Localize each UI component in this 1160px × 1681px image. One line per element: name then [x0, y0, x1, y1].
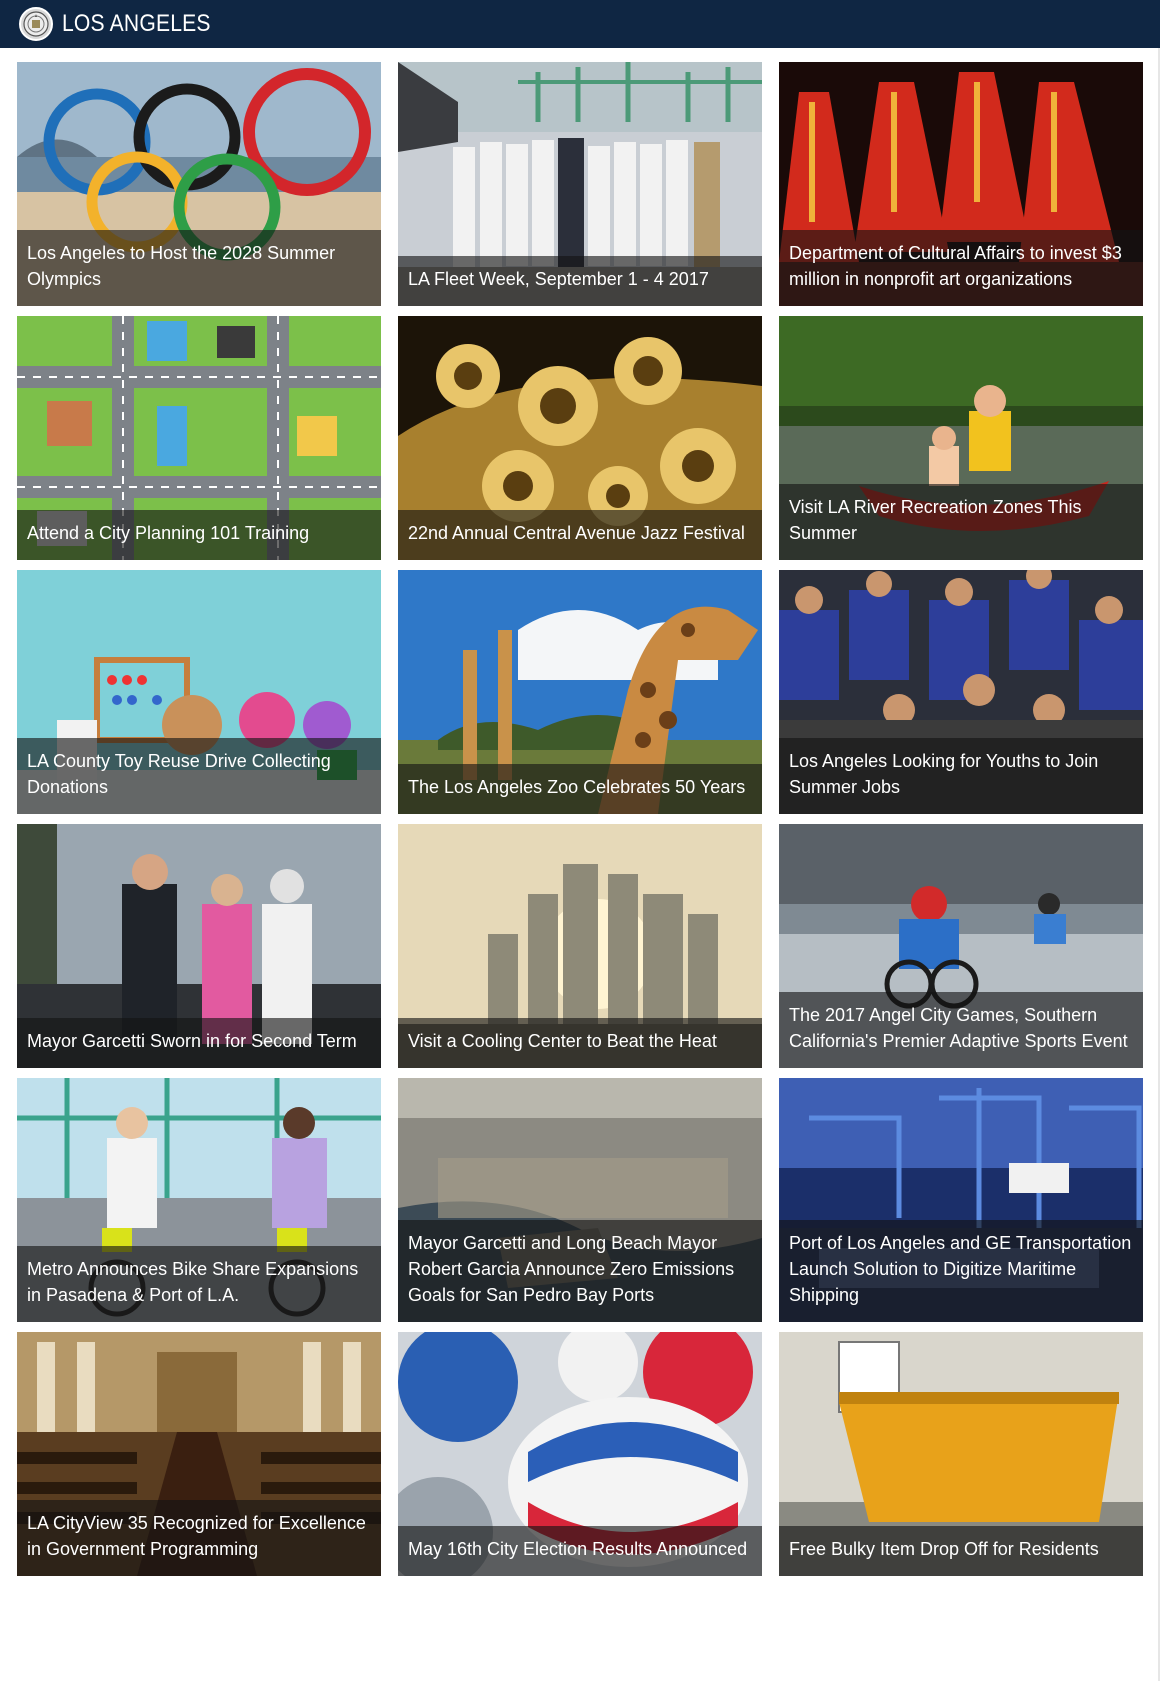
tile-caption: Department of Cultural Affairs to invest…	[779, 230, 1143, 306]
tile-caption: Metro Announces Bike Share Expansions in…	[17, 1246, 381, 1322]
site-title[interactable]: LOS ANGELES	[62, 10, 211, 38]
tile-caption: The 2017 Angel City Games, Southern Cali…	[779, 992, 1143, 1068]
news-tile-toy-reuse[interactable]: LA County Toy Reuse Drive Collecting Don…	[17, 570, 381, 814]
news-tile-ge-shipping[interactable]: Port of Los Angeles and GE Transportatio…	[779, 1078, 1143, 1322]
tile-caption: Visit a Cooling Center to Beat the Heat	[398, 1018, 762, 1068]
tile-caption: Los Angeles to Host the 2028 Summer Olym…	[17, 230, 381, 306]
top-navbar: LOS ANGELES	[0, 0, 1160, 48]
news-tile-ports-emissions[interactable]: Mayor Garcetti and Long Beach Mayor Robe…	[398, 1078, 762, 1322]
news-grid: Los Angeles to Host the 2028 Summer Olym…	[17, 62, 1143, 1576]
news-tile-olympics[interactable]: Los Angeles to Host the 2028 Summer Olym…	[17, 62, 381, 306]
tile-caption: LA County Toy Reuse Drive Collecting Don…	[17, 738, 381, 814]
tile-caption: Port of Los Angeles and GE Transportatio…	[779, 1220, 1143, 1322]
news-tile-cultural-affairs[interactable]: Department of Cultural Affairs to invest…	[779, 62, 1143, 306]
city-seal-icon[interactable]	[19, 7, 53, 41]
tile-caption: Los Angeles Looking for Youths to Join S…	[779, 738, 1143, 814]
news-tile-bike-share[interactable]: Metro Announces Bike Share Expansions in…	[17, 1078, 381, 1322]
news-tile-jazz-festival[interactable]: 22nd Annual Central Avenue Jazz Festival	[398, 316, 762, 560]
news-tile-angel-city-games[interactable]: The 2017 Angel City Games, Southern Cali…	[779, 824, 1143, 1068]
news-tile-cityview[interactable]: LA CityView 35 Recognized for Excellence…	[17, 1332, 381, 1576]
news-tile-bulky-item[interactable]: Free Bulky Item Drop Off for Residents	[779, 1332, 1143, 1576]
tile-caption: May 16th City Election Results Announced	[398, 1526, 762, 1576]
tile-caption: Attend a City Planning 101 Training	[17, 510, 381, 560]
tile-caption: Free Bulky Item Drop Off for Residents	[779, 1526, 1143, 1576]
news-tile-election-results[interactable]: May 16th City Election Results Announced	[398, 1332, 762, 1576]
tile-caption: The Los Angeles Zoo Celebrates 50 Years	[398, 764, 762, 814]
tile-caption: 22nd Annual Central Avenue Jazz Festival	[398, 510, 762, 560]
tile-caption: Visit LA River Recreation Zones This Sum…	[779, 484, 1143, 560]
news-tile-la-river[interactable]: Visit LA River Recreation Zones This Sum…	[779, 316, 1143, 560]
news-tile-fleet-week[interactable]: LA Fleet Week, September 1 - 4 2017	[398, 62, 762, 306]
tile-caption: Mayor Garcetti Sworn in for Second Term	[17, 1018, 381, 1068]
news-tile-zoo[interactable]: The Los Angeles Zoo Celebrates 50 Years	[398, 570, 762, 814]
news-tile-cooling-center[interactable]: Visit a Cooling Center to Beat the Heat	[398, 824, 762, 1068]
tile-caption: Mayor Garcetti and Long Beach Mayor Robe…	[398, 1220, 762, 1322]
tile-caption: LA CityView 35 Recognized for Excellence…	[17, 1500, 381, 1576]
tile-caption: LA Fleet Week, September 1 - 4 2017	[398, 256, 762, 306]
news-tile-youth-jobs[interactable]: Los Angeles Looking for Youths to Join S…	[779, 570, 1143, 814]
news-tile-city-planning[interactable]: Attend a City Planning 101 Training	[17, 316, 381, 560]
news-tile-sworn-in[interactable]: Mayor Garcetti Sworn in for Second Term	[17, 824, 381, 1068]
